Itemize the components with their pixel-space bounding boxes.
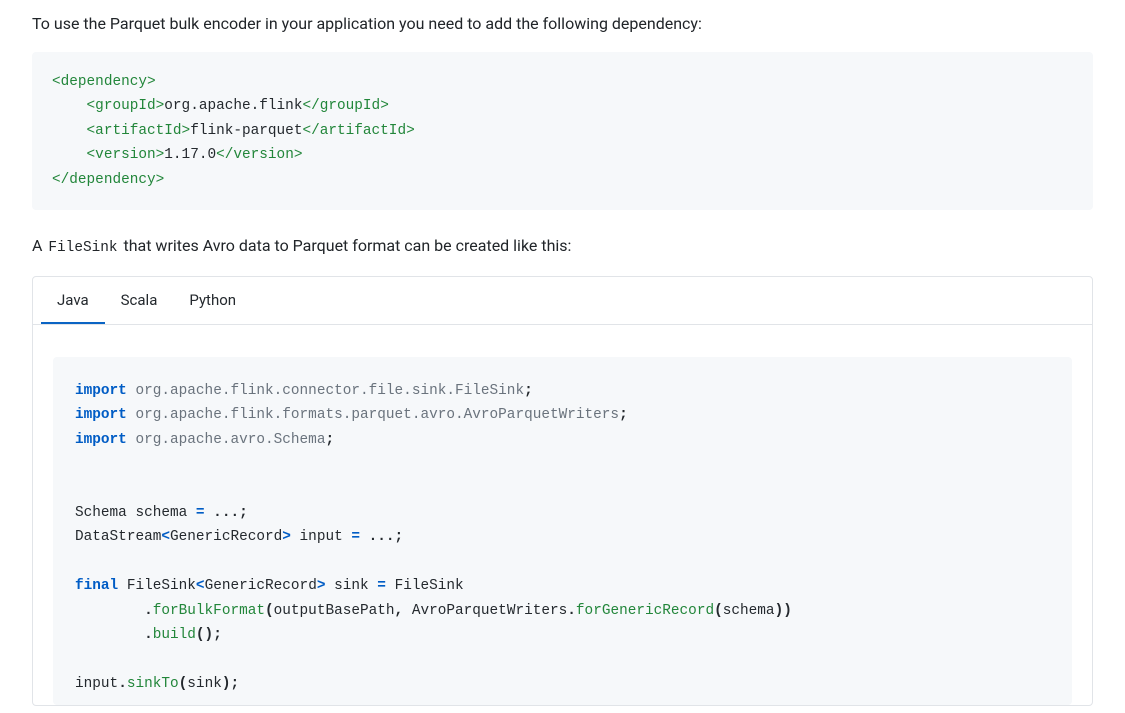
java-punct: ;: [524, 383, 533, 399]
java-text: outputBasePath: [274, 603, 395, 619]
java-punct: (: [714, 603, 723, 619]
xml-tag: </groupId>: [302, 98, 388, 114]
java-punct: (: [265, 603, 274, 619]
java-punct: .: [144, 627, 153, 643]
tab-python[interactable]: Python: [173, 277, 252, 324]
inline-code: FileSink: [46, 239, 119, 257]
java-punct: )): [775, 603, 792, 619]
java-punct: (: [179, 676, 188, 692]
java-text: GenericRecord: [170, 529, 282, 545]
java-text: sink: [325, 578, 377, 594]
java-punct: ;: [325, 432, 334, 448]
xml-tag: <groupId>: [87, 98, 165, 114]
java-text: input: [75, 676, 118, 692]
java-method: build: [153, 627, 196, 643]
java-package: org.apache.flink.connector.file.sink.Fil…: [135, 383, 524, 399]
xml-text: org.apache.flink: [164, 98, 302, 114]
tab-bar: Java Scala Python: [33, 277, 1092, 325]
java-punct: ;: [619, 407, 628, 423]
text-fragment: A: [32, 236, 46, 255]
tab-body-java: import org.apache.flink.connector.file.s…: [33, 325, 1092, 705]
java-op: <: [161, 529, 170, 545]
java-package: org.apache.avro.Schema: [135, 432, 325, 448]
java-code-block: import org.apache.flink.connector.file.s…: [53, 357, 1072, 705]
java-op: =: [377, 578, 386, 594]
java-op: >: [282, 529, 291, 545]
java-text: FileSink: [118, 578, 196, 594]
tab-scala[interactable]: Scala: [105, 277, 174, 324]
java-keyword: import: [75, 383, 127, 399]
xml-tag: </version>: [216, 147, 302, 163]
java-keyword: final: [75, 578, 118, 594]
xml-tag: <artifactId>: [87, 123, 191, 139]
intro-paragraph: To use the Parquet bulk encoder in your …: [32, 12, 1093, 36]
dependency-code-block: <dependency> <groupId>org.apache.flink</…: [32, 52, 1093, 210]
java-package: org.apache.flink.formats.parquet.avro.Av…: [135, 407, 619, 423]
java-keyword: import: [75, 432, 127, 448]
code-tabs-card: Java Scala Python import org.apache.flin…: [32, 276, 1093, 706]
java-punct: .: [567, 603, 576, 619]
xml-text: 1.17.0: [164, 147, 216, 163]
java-punct: .: [144, 603, 153, 619]
java-text: schema: [723, 603, 775, 619]
java-op: =: [351, 529, 360, 545]
java-text: sink: [187, 676, 222, 692]
xml-tag: </artifactId>: [302, 123, 414, 139]
java-punct: );: [222, 676, 239, 692]
text-fragment: that writes Avro data to Parquet format …: [120, 236, 572, 255]
java-punct: ...;: [205, 505, 248, 521]
filesink-paragraph: A FileSink that writes Avro data to Parq…: [32, 234, 1093, 260]
java-op: =: [196, 505, 205, 521]
java-text: FileSink: [386, 578, 464, 594]
java-text: DataStream: [75, 529, 161, 545]
java-method: forGenericRecord: [576, 603, 714, 619]
java-punct: ,: [395, 603, 404, 619]
java-punct: ...;: [360, 529, 403, 545]
xml-text: flink-parquet: [190, 123, 302, 139]
java-method: forBulkFormat: [153, 603, 265, 619]
java-punct: .: [118, 676, 127, 692]
java-text: input: [291, 529, 351, 545]
java-keyword: import: [75, 407, 127, 423]
xml-tag: </dependency>: [52, 172, 164, 188]
java-method: sinkTo: [127, 676, 179, 692]
java-text: Schema schema: [75, 505, 196, 521]
java-punct: ();: [196, 627, 222, 643]
xml-tag: <dependency>: [52, 74, 156, 90]
xml-tag: <version>: [87, 147, 165, 163]
java-text: AvroParquetWriters: [403, 603, 567, 619]
tab-java[interactable]: Java: [41, 277, 105, 324]
java-text: GenericRecord: [205, 578, 317, 594]
java-op: <: [196, 578, 205, 594]
